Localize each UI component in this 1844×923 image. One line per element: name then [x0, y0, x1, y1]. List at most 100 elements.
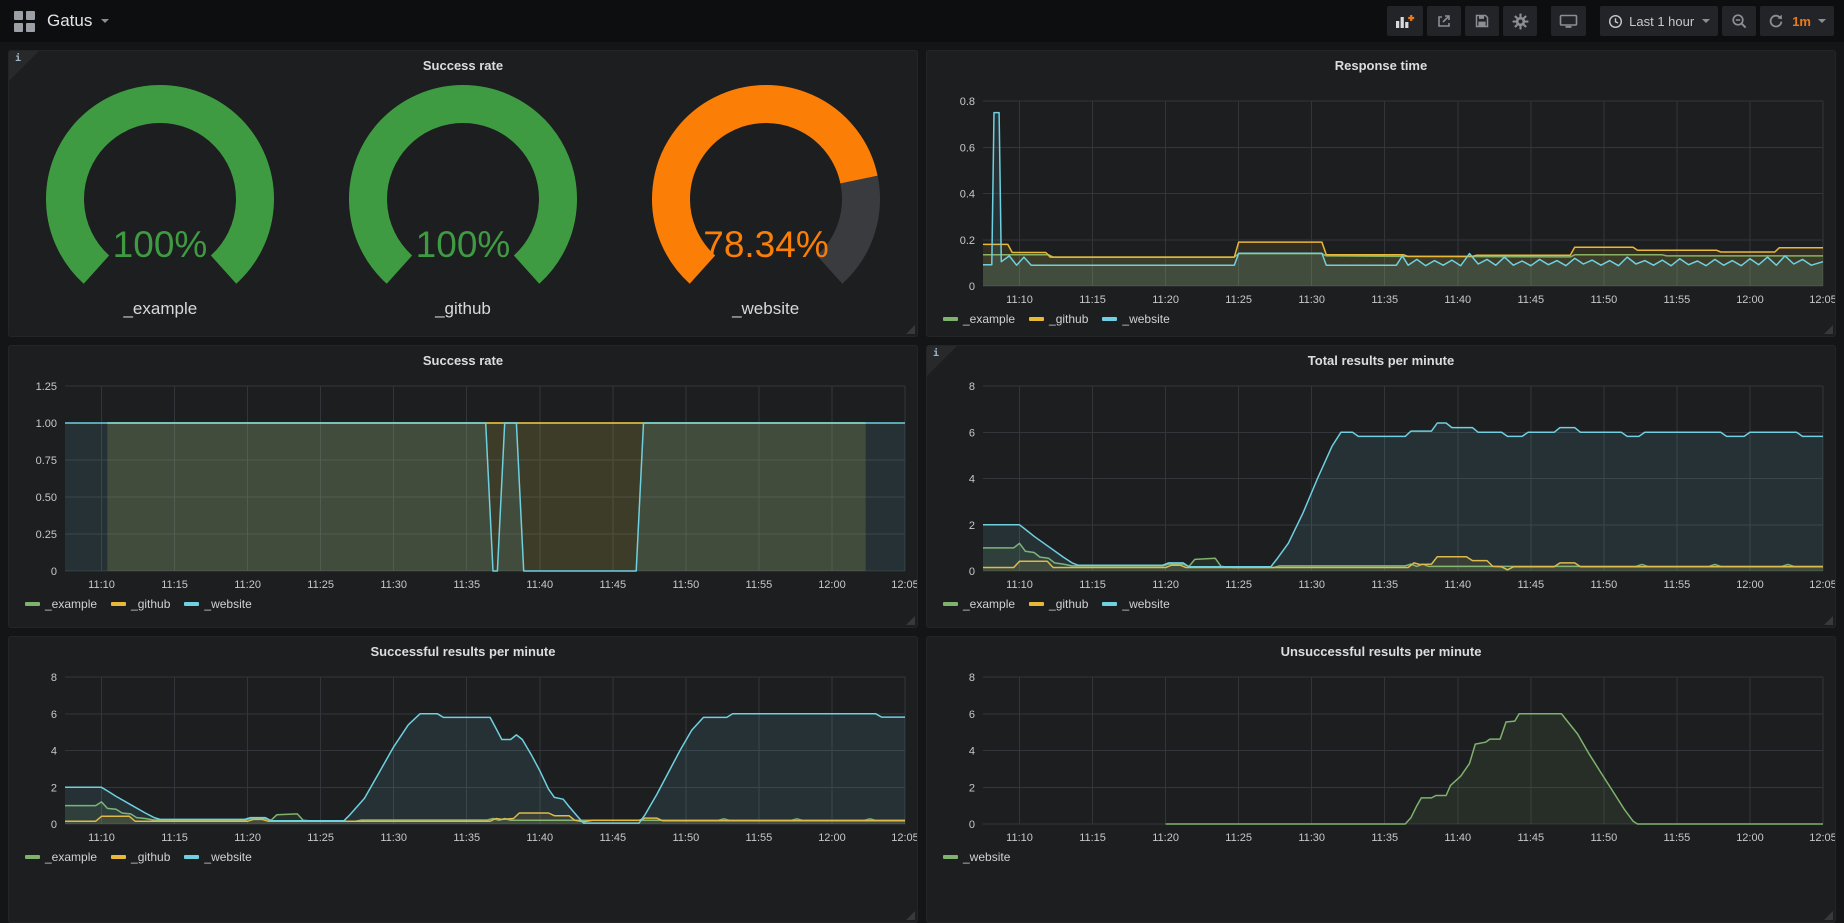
- panel-title[interactable]: Response time: [927, 58, 1835, 73]
- x-tick-label: 11:55: [746, 832, 773, 844]
- y-tick-label: 0: [969, 819, 975, 831]
- legend-series-label: _example: [963, 597, 1015, 611]
- cycle-view-mode-button[interactable]: [1551, 6, 1586, 36]
- legend-item-_website[interactable]: _website: [184, 597, 251, 611]
- legend-item-_github[interactable]: _github: [111, 597, 170, 611]
- x-tick-label: 11:15: [1079, 294, 1106, 306]
- time-range-button[interactable]: Last 1 hour: [1600, 6, 1718, 36]
- panel: Total results per minutei0246811:1011:15…: [926, 345, 1836, 628]
- gauge-arc-canvas: 78.34%: [616, 83, 916, 297]
- x-tick-label: 11:40: [1444, 579, 1471, 591]
- x-tick-label: 11:20: [1152, 832, 1179, 844]
- legend-item-_website[interactable]: _website: [1102, 597, 1169, 611]
- add-panel-button[interactable]: [1387, 6, 1423, 36]
- legend-series-dash: [184, 602, 199, 606]
- panel-info-icon[interactable]: [9, 51, 39, 81]
- series-area-_website: [65, 714, 905, 824]
- add-panel-icon: [1395, 13, 1415, 29]
- legend-item-_example[interactable]: _example: [25, 597, 97, 611]
- y-tick-label: 6: [51, 709, 57, 721]
- y-tick-label: 0.2: [960, 235, 975, 247]
- x-tick-label: 12:00: [1736, 579, 1764, 591]
- save-button[interactable]: [1465, 6, 1499, 36]
- chart-plot[interactable]: 0246811:1011:1511:2011:2511:3011:3511:40…: [927, 346, 1836, 628]
- y-tick-label: 4: [969, 474, 975, 486]
- legend-item-_github[interactable]: _github: [1029, 312, 1088, 326]
- panel-title[interactable]: Total results per minute: [927, 353, 1835, 368]
- legend-series-label: _website: [204, 597, 251, 611]
- y-tick-label: 2: [969, 520, 975, 532]
- x-tick-label: 11:40: [1444, 294, 1471, 306]
- legend-item-_example[interactable]: _example: [25, 850, 97, 864]
- zoom-out-icon: [1731, 13, 1748, 30]
- legend-item-_website[interactable]: _website: [184, 850, 251, 864]
- x-tick-label: 11:20: [1152, 294, 1179, 306]
- panel-title[interactable]: Success rate: [9, 58, 917, 73]
- panel: Success ratei100%_example100%_github78.3…: [8, 50, 918, 337]
- x-tick-label: 11:50: [673, 579, 700, 591]
- chevron-down-icon: [1702, 19, 1710, 23]
- legend: _example _github _website: [943, 312, 1170, 326]
- y-tick-label: 2: [969, 782, 975, 794]
- x-tick-label: 11:30: [1298, 294, 1325, 306]
- legend-item-_github[interactable]: _github: [111, 850, 170, 864]
- x-tick-label: 11:30: [1298, 832, 1325, 844]
- legend-series-dash: [111, 855, 126, 859]
- dashboard-title-button[interactable]: Gatus: [47, 11, 109, 31]
- legend-item-_website[interactable]: _website: [943, 850, 1010, 864]
- chart-plot[interactable]: 00.20.40.60.811:1011:1511:2011:2511:3011…: [927, 51, 1836, 337]
- panel-info-icon[interactable]: [927, 346, 957, 376]
- y-tick-label: 1.00: [36, 418, 57, 430]
- x-tick-label: 11:45: [1517, 832, 1544, 844]
- refresh-button[interactable]: 1m: [1760, 6, 1834, 36]
- legend-series-dash: [1102, 317, 1117, 321]
- legend: _website: [943, 850, 1010, 864]
- x-tick-label: 11:25: [1225, 832, 1252, 844]
- legend-item-_github[interactable]: _github: [1029, 597, 1088, 611]
- legend-series-dash: [943, 317, 958, 321]
- panel-title[interactable]: Successful results per minute: [9, 644, 917, 659]
- share-button[interactable]: [1427, 6, 1461, 36]
- panel-resize-handle[interactable]: [906, 325, 915, 334]
- chart-plot[interactable]: 0246811:1011:1511:2011:2511:3011:3511:40…: [9, 637, 918, 923]
- chart-plot[interactable]: 00.250.500.751.001.2511:1011:1511:2011:2…: [9, 346, 918, 628]
- chart-plot[interactable]: 0246811:1011:1511:2011:2511:3011:3511:40…: [927, 637, 1836, 923]
- dashboards-grid-icon[interactable]: [14, 11, 35, 32]
- y-tick-label: 0: [969, 566, 975, 578]
- legend-series-dash: [184, 855, 199, 859]
- save-icon: [1474, 13, 1490, 29]
- y-tick-label: 0.75: [36, 455, 57, 467]
- legend-series-label: _github: [131, 850, 170, 864]
- gauge-_website: 78.34%_website: [616, 83, 916, 319]
- y-tick-label: 0.6: [960, 142, 975, 154]
- x-tick-label: 11:10: [1006, 294, 1033, 306]
- y-tick-label: 0: [51, 566, 57, 578]
- series-area-_website: [65, 423, 905, 571]
- panel-resize-handle[interactable]: [1824, 325, 1833, 334]
- panel-resize-handle[interactable]: [906, 911, 915, 920]
- y-tick-label: 4: [51, 746, 57, 758]
- x-tick-label: 11:10: [88, 832, 115, 844]
- zoom-out-button[interactable]: [1722, 6, 1756, 36]
- x-tick-label: 12:05: [1809, 579, 1836, 591]
- y-tick-label: 2: [51, 782, 57, 794]
- legend-item-_example[interactable]: _example: [943, 312, 1015, 326]
- chevron-down-icon: [1818, 19, 1826, 23]
- legend-series-label: _website: [1122, 312, 1169, 326]
- panel-title[interactable]: Unsuccessful results per minute: [927, 644, 1835, 659]
- gauge-value: 100%: [416, 224, 511, 265]
- panel-resize-handle[interactable]: [1824, 616, 1833, 625]
- x-tick-label: 11:45: [599, 832, 626, 844]
- x-tick-label: 12:00: [1736, 294, 1764, 306]
- panel-resize-handle[interactable]: [1824, 911, 1833, 920]
- x-tick-label: 12:05: [891, 579, 918, 591]
- panel-resize-handle[interactable]: [906, 616, 915, 625]
- legend-item-_website[interactable]: _website: [1102, 312, 1169, 326]
- panel-title[interactable]: Success rate: [9, 353, 917, 368]
- y-tick-label: 0: [51, 819, 57, 831]
- series-area-_website: [983, 423, 1823, 571]
- settings-button[interactable]: [1503, 6, 1537, 36]
- tv-icon: [1559, 13, 1578, 29]
- legend-item-_example[interactable]: _example: [943, 597, 1015, 611]
- series-area-_website: [1166, 714, 1823, 824]
